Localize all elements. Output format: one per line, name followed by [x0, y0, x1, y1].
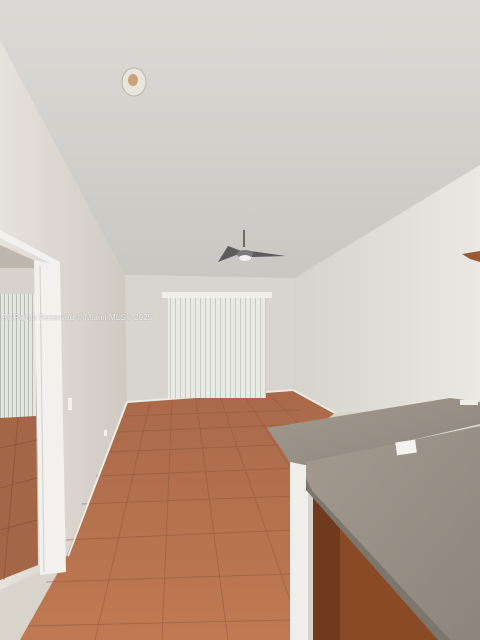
adjacent-room-wall — [0, 268, 36, 294]
vertical-blinds — [168, 298, 266, 398]
light-switch — [68, 398, 72, 410]
counter-item — [460, 400, 478, 405]
outlet-backsplash — [395, 439, 417, 456]
smoke-detector-icon — [121, 67, 147, 97]
counter-front-wall — [290, 455, 308, 640]
curtain-rod — [162, 292, 272, 298]
watermark-text: All Rights Reserved © Miami MLS® 2025 — [2, 313, 153, 322]
outlet — [104, 430, 107, 436]
